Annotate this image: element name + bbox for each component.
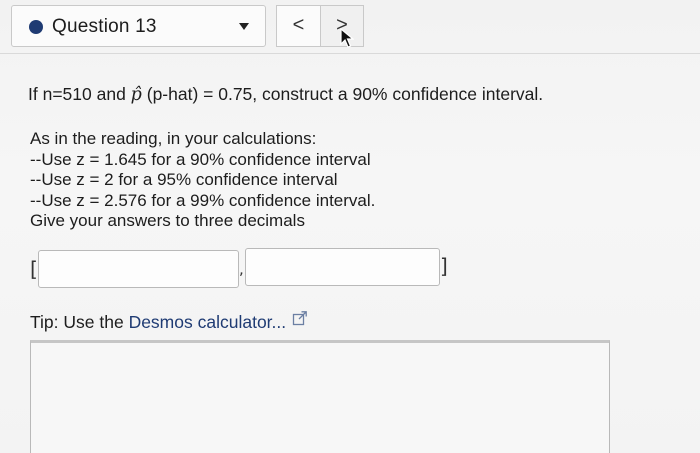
prompt-prefix: If n=510 and — [28, 84, 131, 104]
instruction-line: Give your answers to three decimals — [30, 211, 305, 230]
mouse-pointer-icon — [340, 28, 354, 48]
question-status-dot — [29, 20, 43, 34]
external-link-icon[interactable] — [292, 310, 308, 326]
lower-bound-input[interactable] — [38, 250, 239, 288]
header-divider — [0, 53, 700, 54]
question-prompt: If n=510 and p̂ (p-hat) = 0.75, construc… — [28, 84, 543, 105]
confidence-interval-answer: [ , ] — [30, 246, 460, 290]
previous-question-button[interactable]: < — [276, 5, 320, 47]
tip-prefix: Tip: Use the — [30, 312, 129, 332]
question-selector[interactable]: Question 13 — [11, 5, 266, 47]
instruction-line: --Use z = 2 for a 95% confidence interva… — [30, 170, 338, 189]
close-bracket: ] — [440, 254, 448, 278]
instruction-line: As in the reading, in your calculations: — [30, 129, 317, 148]
tip-text: Tip: Use the Desmos calculator... — [30, 310, 308, 333]
question-label: Question 13 — [52, 16, 157, 37]
instructions-block: As in the reading, in your calculations:… — [30, 129, 375, 232]
question-page: Question 13 < > If n=510 and p̂ (p-hat) … — [0, 0, 700, 453]
instruction-line: --Use z = 1.645 for a 90% confidence int… — [30, 149, 371, 169]
work-area-editor[interactable] — [30, 340, 610, 453]
chevron-down-icon — [239, 23, 249, 30]
desmos-calculator-link[interactable]: Desmos calculator... — [129, 312, 287, 332]
upper-bound-input[interactable] — [245, 248, 440, 286]
prompt-suffix: (p-hat) = 0.75, construct a 90% confiden… — [141, 84, 544, 104]
p-hat-symbol: p̂ — [130, 85, 142, 105]
separator-comma: , — [239, 260, 244, 278]
open-bracket: [ — [30, 257, 38, 281]
instruction-line: --Use z = 2.576 for a 99% confidence int… — [30, 190, 376, 210]
question-navigation-bar: Question 13 < > — [0, 0, 700, 54]
